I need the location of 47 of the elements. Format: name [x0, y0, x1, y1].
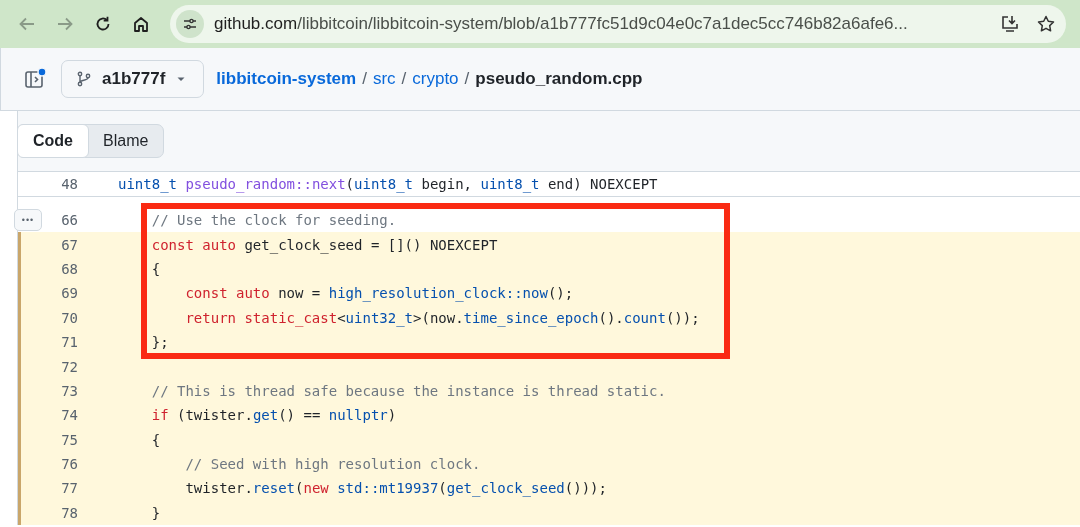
- view-tab[interactable]: Code: [17, 124, 89, 158]
- view-tab[interactable]: Blame: [88, 125, 164, 157]
- code-line: // Seed with high resolution clock.: [184, 456, 481, 473]
- code-line: }: [150, 504, 161, 521]
- line-number: 66: [60, 212, 78, 229]
- expand-button[interactable]: •••: [14, 209, 42, 232]
- code-line: const auto now = high_resolution_clock::now();: [184, 285, 574, 302]
- line-number: 67: [60, 236, 78, 253]
- code-line: twister.reset(new std::mt19937(get_clock_seed()));: [184, 480, 607, 497]
- reload-icon[interactable]: [94, 15, 112, 33]
- line-number: 76: [60, 456, 78, 473]
- line-number: 72: [60, 358, 78, 375]
- branch-icon: [76, 71, 92, 87]
- path-link[interactable]: src: [372, 69, 396, 89]
- line-number: 78: [60, 504, 78, 521]
- line-number: 75: [60, 431, 78, 448]
- line-number: 70: [60, 309, 78, 326]
- code-line: };: [150, 334, 169, 351]
- line-number: 74: [60, 407, 78, 424]
- url-text: github.com/libbitcoin/libbitcoin-system/blob/a1b777fc51d9c04e0c7a1dec5cc746b82a6afe6...: [214, 14, 909, 34]
- bookmark-star-icon[interactable]: [1036, 14, 1056, 34]
- line-number: 69: [60, 285, 78, 302]
- code-line: {: [150, 431, 161, 448]
- repo-link[interactable]: libbitcoin-system: [216, 69, 357, 89]
- line-number: 77: [60, 480, 78, 497]
- sidebar-toggle-icon[interactable]: [23, 67, 47, 91]
- line-number: 68: [60, 260, 78, 277]
- install-icon[interactable]: [1000, 14, 1020, 34]
- code-line: // Use the clock for seeding.: [150, 212, 397, 229]
- branch-selector[interactable]: a1b777f: [61, 60, 205, 98]
- site-settings-icon[interactable]: [176, 10, 204, 38]
- file-name: pseudo_random.cpp: [475, 69, 643, 89]
- path-separator: /: [401, 69, 407, 89]
- code-line: return static_cast<uint32_t>(now.time_since_epoch().count());: [184, 309, 700, 326]
- line-number: 48: [60, 176, 78, 192]
- code-line: // This is thread safe because the instance is thread static.: [150, 382, 666, 399]
- path-separator: /: [464, 69, 470, 89]
- line-number: 73: [60, 382, 78, 399]
- code-line: {: [150, 260, 161, 277]
- path-link[interactable]: crypto: [412, 69, 459, 89]
- path-separator: /: [362, 69, 367, 89]
- code-line: if (twister.get() == nullptr): [150, 407, 397, 424]
- code-line: const auto get_clock_seed = []() NOEXCEPT: [150, 236, 498, 253]
- code-line: uint8_t pseudo_random::next(uint8_t begin, uint8_t end) NOEXCEPT: [118, 176, 658, 192]
- line-number: 71: [60, 334, 78, 351]
- address-bar[interactable]: github.com/libbitcoin/libbitcoin-system/blob/a1b777fc51d9c04e0c7a1dec5cc746b82a6afe6...: [170, 5, 1066, 43]
- home-icon[interactable]: [132, 15, 150, 33]
